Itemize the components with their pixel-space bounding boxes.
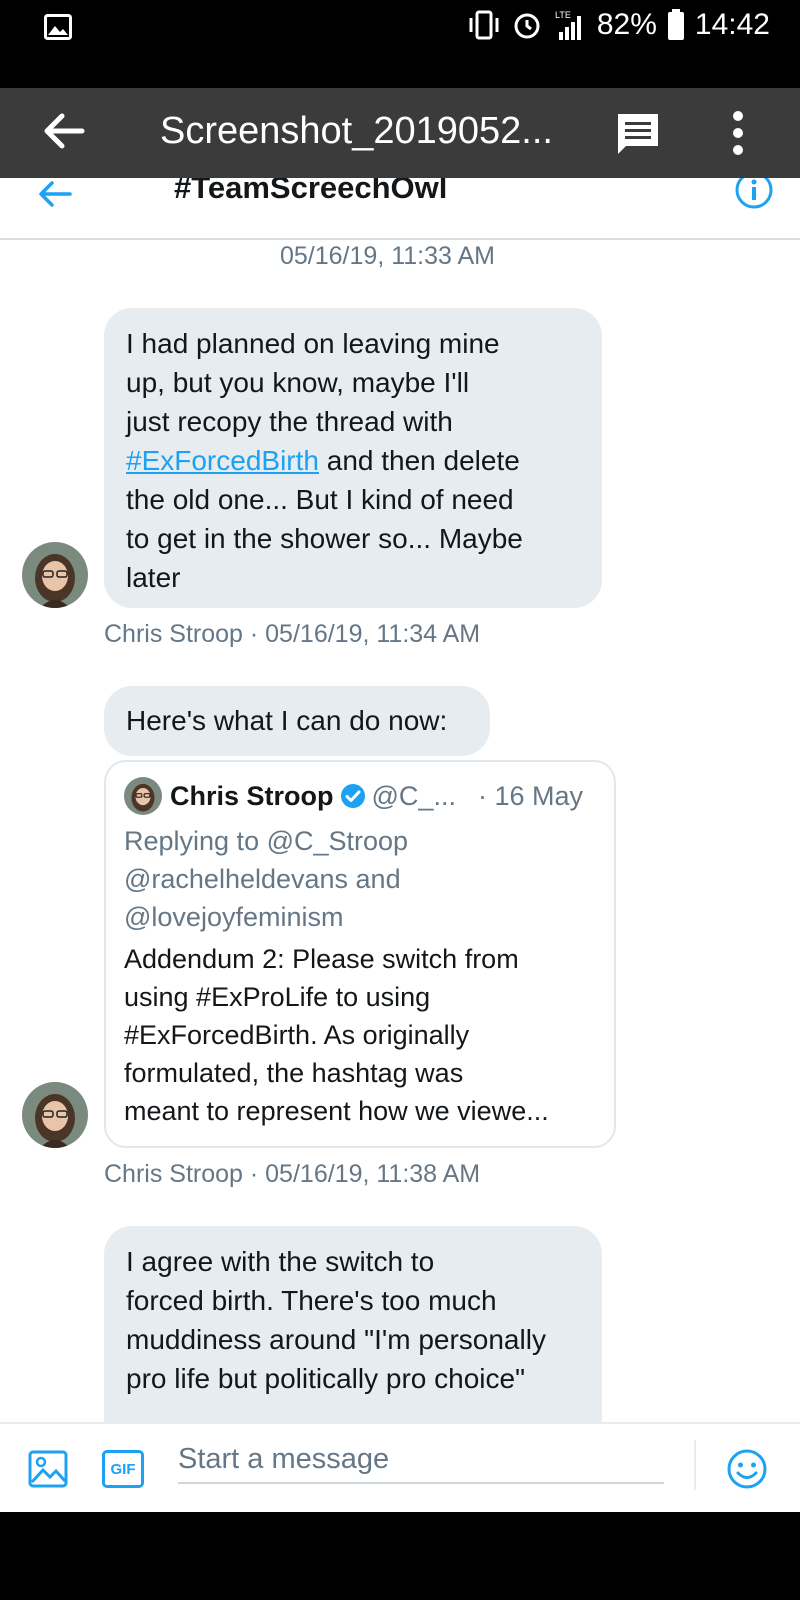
battery-icon (667, 9, 684, 40)
vibrate-icon (469, 10, 499, 40)
navigation-bar (0, 1512, 800, 1600)
svg-text:LTE: LTE (555, 10, 571, 20)
message-composer: GIF (0, 1422, 800, 1512)
message-bubble[interactable]: I had planned on leaving mine up, but yo… (104, 308, 602, 608)
back-arrow-icon[interactable] (36, 178, 72, 210)
message-meta: Chris Stroop · 05/16/19, 11:34 AM (104, 620, 481, 648)
author-name: Chris Stroop (170, 780, 334, 811)
message-meta: Chris Stroop · 05/16/19, 11:38 AM (104, 1160, 481, 1188)
message-text: Here's what I can do now: (126, 705, 448, 736)
tweet-line: meant to represent how we viewe... (124, 1096, 549, 1126)
gif-button[interactable]: GIF (102, 1450, 144, 1488)
conversation-title: #TeamScreechOwl (174, 178, 448, 205)
status-bar: LTE 82% 14:42 (0, 0, 800, 88)
tweet-line: Addendum 2: Please switch from (124, 944, 519, 974)
status-indicators: LTE 82% 14:42 (467, 8, 770, 42)
back-arrow-icon[interactable] (40, 108, 86, 154)
reply-context: Replying to @C_Stroop @rachelheldevans a… (124, 822, 596, 936)
viewer-toolbar: Screenshot_2019052... (0, 88, 800, 178)
message-line: muddiness around "I'm personally (126, 1324, 546, 1355)
conversation-header: #TeamScreechOwl (0, 178, 800, 240)
message-line: just recopy the thread with (126, 406, 453, 437)
message-line: pro life but politically pro choice" (126, 1363, 526, 1394)
tweet-line: #ExForcedBirth. As originally (124, 1020, 470, 1050)
avatar-image (22, 542, 88, 608)
verified-icon (340, 784, 365, 808)
avatar[interactable] (22, 1082, 88, 1148)
signal-icon: LTE (555, 10, 581, 40)
tweet-line: using #ExProLife to using (124, 982, 431, 1012)
reply-line: Replying to @C_Stroop (124, 826, 409, 856)
message-line: later (126, 562, 181, 593)
message-text: and then delete (318, 445, 520, 476)
avatar[interactable] (22, 542, 88, 608)
author-handle: @C_... (371, 780, 456, 811)
quoted-tweet-text: Addendum 2: Please switch from using #Ex… (124, 940, 596, 1130)
emoji-icon[interactable] (726, 1448, 768, 1490)
dm-conversation: #TeamScreechOwl 05/16/19, 11:33 AM I had… (0, 178, 800, 1512)
message-icon[interactable] (614, 110, 662, 158)
message-line: to get in the shower so... Maybe (126, 523, 523, 554)
info-icon[interactable] (734, 178, 774, 210)
tweet-line: formulated, the hashtag was (124, 1058, 464, 1088)
clock: 14:42 (694, 8, 770, 41)
avatar (124, 777, 162, 815)
message-timestamp: 05/16/19, 11:33 AM (280, 242, 495, 270)
more-vert-icon[interactable] (730, 110, 746, 156)
alarm-icon (514, 13, 540, 39)
message-line: up, but you know, maybe I'll (126, 367, 470, 398)
hashtag-link[interactable]: #ExForcedBirth (126, 445, 319, 476)
message-input[interactable] (178, 1436, 664, 1484)
divider (694, 1440, 696, 1490)
battery-percent: 82% (596, 8, 657, 41)
reply-line: @lovejoyfeminism (124, 902, 344, 932)
quoted-tweet-header: Chris Stroop @C_... · 16 May (124, 774, 596, 818)
message-line: I had planned on leaving mine (126, 328, 500, 359)
message-bubble[interactable]: I agree with the switch to forced birth.… (104, 1226, 602, 1446)
image-icon[interactable] (28, 1450, 68, 1488)
tweet-date: · 16 May (477, 780, 583, 811)
message-line: #ExForcedBirth and then delete (126, 441, 580, 480)
avatar-image (22, 1082, 88, 1148)
viewer-title: Screenshot_2019052... (160, 110, 553, 152)
reply-line: @rachelheldevans and (124, 864, 401, 894)
gallery-icon (44, 14, 72, 40)
message-line: forced birth. There's too much (126, 1285, 497, 1316)
avatar-image (124, 777, 162, 815)
message-bubble[interactable]: Here's what I can do now: (104, 686, 490, 756)
message-line: I agree with the switch to (126, 1246, 435, 1277)
quoted-tweet-card[interactable]: Chris Stroop @C_... · 16 May Replying to… (104, 760, 616, 1148)
message-line: the old one... But I kind of need (126, 484, 514, 515)
